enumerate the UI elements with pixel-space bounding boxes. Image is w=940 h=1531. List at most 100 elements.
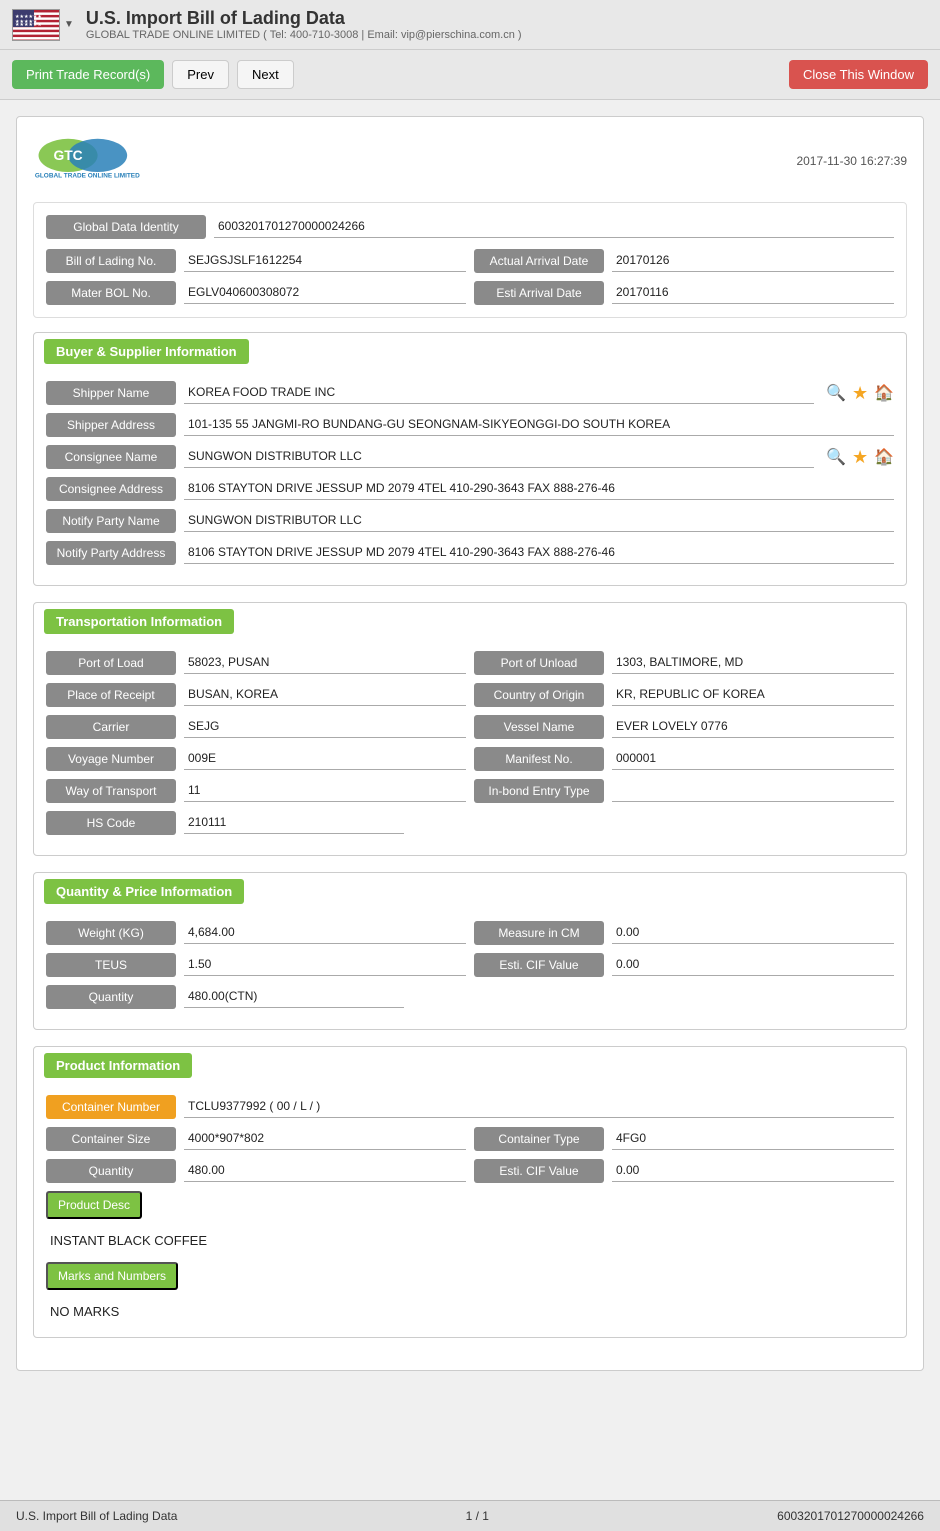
- esti-arrival-value: 20170116: [612, 282, 894, 304]
- product-info-title-row: Product Information: [34, 1047, 906, 1083]
- header-title-area: U.S. Import Bill of Lading Data GLOBAL T…: [86, 8, 928, 41]
- marks-numbers-row: Marks and Numbers: [46, 1262, 894, 1290]
- next-button[interactable]: Next: [237, 60, 294, 89]
- place-of-receipt-field: Place of Receipt BUSAN, KOREA: [46, 683, 466, 707]
- footer-bar: U.S. Import Bill of Lading Data 1 / 1 60…: [0, 1500, 940, 1531]
- manifest-no-field: Manifest No. 000001: [474, 747, 894, 771]
- prev-button[interactable]: Prev: [172, 60, 229, 89]
- esti-cif-qp-label: Esti. CIF Value: [474, 953, 604, 977]
- port-of-load-value: 58023, PUSAN: [184, 652, 466, 674]
- notify-party-address-label: Notify Party Address: [46, 541, 176, 565]
- in-bond-entry-value: [612, 780, 894, 802]
- hs-code-row: HS Code 210111: [46, 811, 894, 835]
- container-type-field: Container Type 4FG0: [474, 1127, 894, 1151]
- quantity-qp-value: 480.00(CTN): [184, 986, 404, 1008]
- shipper-star-icon[interactable]: ★: [852, 383, 868, 404]
- timestamp: 2017-11-30 16:27:39: [796, 154, 907, 168]
- teus-cif-row: TEUS 1.50 Esti. CIF Value 0.00: [46, 953, 894, 977]
- global-data-row: Global Data Identity 6003201701270000024…: [46, 215, 894, 239]
- hs-code-value: 210111: [184, 812, 404, 834]
- quantity-price-title-row: Quantity & Price Information: [34, 873, 906, 909]
- esti-arrival-field: Esti Arrival Date 20170116: [474, 281, 894, 305]
- transportation-title: Transportation Information: [44, 609, 234, 634]
- esti-cif-qp-value: 0.00: [612, 954, 894, 976]
- container-number-label: Container Number: [46, 1095, 176, 1119]
- in-bond-entry-field: In-bond Entry Type: [474, 779, 894, 803]
- actual-arrival-label: Actual Arrival Date: [474, 249, 604, 273]
- port-of-unload-field: Port of Unload 1303, BALTIMORE, MD: [474, 651, 894, 675]
- container-number-value: TCLU9377992 ( 00 / L / ): [184, 1096, 894, 1118]
- product-desc-button[interactable]: Product Desc: [46, 1191, 142, 1219]
- weight-value: 4,684.00: [184, 922, 466, 944]
- shipper-home-icon[interactable]: 🏠: [874, 383, 894, 403]
- shipper-action-icons: 🔍 ★ 🏠: [826, 383, 894, 404]
- vessel-name-label: Vessel Name: [474, 715, 604, 739]
- mater-bol-label: Mater BOL No.: [46, 281, 176, 305]
- consignee-search-icon[interactable]: 🔍: [826, 447, 846, 467]
- marks-numbers-button[interactable]: Marks and Numbers: [46, 1262, 178, 1290]
- way-of-transport-value: 11: [184, 780, 466, 802]
- actual-arrival-field: Actual Arrival Date 20170126: [474, 249, 894, 273]
- vessel-name-value: EVER LOVELY 0776: [612, 716, 894, 738]
- close-button[interactable]: Close This Window: [789, 60, 928, 89]
- consignee-name-value: SUNGWON DISTRIBUTOR LLC: [184, 446, 814, 468]
- identity-section: Global Data Identity 6003201701270000024…: [33, 202, 907, 318]
- quantity-qp-row: Quantity 480.00(CTN): [46, 985, 894, 1009]
- actual-arrival-value: 20170126: [612, 250, 894, 272]
- port-of-load-label: Port of Load: [46, 651, 176, 675]
- flag-dropdown-arrow[interactable]: ▼: [64, 19, 74, 30]
- buyer-supplier-title: Buyer & Supplier Information: [44, 339, 249, 364]
- print-button[interactable]: Print Trade Record(s): [12, 60, 164, 89]
- notify-party-name-value: SUNGWON DISTRIBUTOR LLC: [184, 510, 894, 532]
- consignee-address-label: Consignee Address: [46, 477, 176, 501]
- bol-label: Bill of Lading No.: [46, 249, 176, 273]
- port-row: Port of Load 58023, PUSAN Port of Unload…: [46, 651, 894, 675]
- main-content: GTC GLOBAL TRADE ONLINE LIMITED 2017-11-…: [0, 100, 940, 1500]
- esti-arrival-label: Esti Arrival Date: [474, 281, 604, 305]
- product-info-title: Product Information: [44, 1053, 192, 1078]
- place-of-receipt-label: Place of Receipt: [46, 683, 176, 707]
- product-info-section: Product Information Container Number TCL…: [33, 1046, 907, 1338]
- carrier-label: Carrier: [46, 715, 176, 739]
- svg-text:★★★★★★: ★★★★★★: [15, 22, 42, 28]
- measure-value: 0.00: [612, 922, 894, 944]
- buyer-supplier-body: Shipper Name KOREA FOOD TRADE INC 🔍 ★ 🏠 …: [34, 373, 906, 585]
- product-info-body: Container Number TCLU9377992 ( 00 / L / …: [34, 1087, 906, 1337]
- country-of-origin-field: Country of Origin KR, REPUBLIC OF KOREA: [474, 683, 894, 707]
- bol-value: SEJGSJSLF1612254: [184, 250, 466, 272]
- place-of-receipt-value: BUSAN, KOREA: [184, 684, 466, 706]
- header-bar: ★★★★★★ ★★★★★ ★★★★★★ ▼ U.S. Import Bill o…: [0, 0, 940, 50]
- product-quantity-field: Quantity 480.00: [46, 1159, 466, 1183]
- hs-code-label: HS Code: [46, 811, 176, 835]
- esti-cif-qp-field: Esti. CIF Value 0.00: [474, 953, 894, 977]
- consignee-home-icon[interactable]: 🏠: [874, 447, 894, 467]
- quantity-price-section: Quantity & Price Information Weight (KG)…: [33, 872, 907, 1030]
- shipper-address-row: Shipper Address 101-135 55 JANGMI-RO BUN…: [46, 413, 894, 437]
- bol-field: Bill of Lading No. SEJGSJSLF1612254: [46, 249, 466, 273]
- quantity-price-title: Quantity & Price Information: [44, 879, 244, 904]
- page-title: U.S. Import Bill of Lading Data: [86, 8, 928, 29]
- port-of-unload-label: Port of Unload: [474, 651, 604, 675]
- measure-label: Measure in CM: [474, 921, 604, 945]
- voyage-number-label: Voyage Number: [46, 747, 176, 771]
- mater-bol-row: Mater BOL No. EGLV040600308072 Esti Arri…: [46, 281, 894, 305]
- footer-left: U.S. Import Bill of Lading Data: [16, 1509, 177, 1523]
- way-of-transport-field: Way of Transport 11: [46, 779, 466, 803]
- marks-numbers-text: NO MARKS: [46, 1298, 894, 1325]
- consignee-name-row: Consignee Name SUNGWON DISTRIBUTOR LLC 🔍…: [46, 445, 894, 469]
- port-of-load-field: Port of Load 58023, PUSAN: [46, 651, 466, 675]
- notify-party-name-label: Notify Party Name: [46, 509, 176, 533]
- product-quantity-label: Quantity: [46, 1159, 176, 1183]
- consignee-star-icon[interactable]: ★: [852, 447, 868, 468]
- way-inbond-row: Way of Transport 11 In-bond Entry Type: [46, 779, 894, 803]
- shipper-search-icon[interactable]: 🔍: [826, 383, 846, 403]
- product-esti-cif-label: Esti. CIF Value: [474, 1159, 604, 1183]
- container-size-field: Container Size 4000*907*802: [46, 1127, 466, 1151]
- product-esti-cif-value: 0.00: [612, 1160, 894, 1182]
- country-of-origin-label: Country of Origin: [474, 683, 604, 707]
- gtc-logo: GTC GLOBAL TRADE ONLINE LIMITED: [33, 133, 153, 188]
- weight-field: Weight (KG) 4,684.00: [46, 921, 466, 945]
- container-size-label: Container Size: [46, 1127, 176, 1151]
- svg-text:GLOBAL TRADE ONLINE LIMITED: GLOBAL TRADE ONLINE LIMITED: [35, 173, 140, 180]
- footer-center: 1 / 1: [466, 1509, 489, 1523]
